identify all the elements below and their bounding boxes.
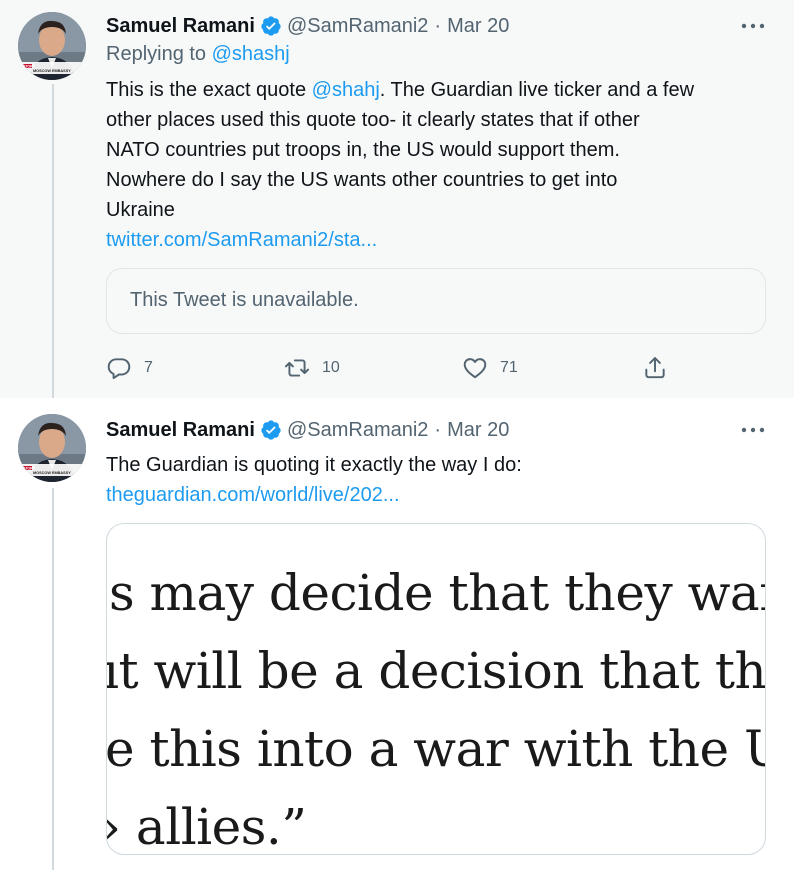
- replying-prefix: Replying to: [106, 43, 212, 65]
- avatar-caption-tag: STORY: [23, 65, 36, 69]
- avatar-caption-ticker: MOSCOW EMBASSY: [33, 69, 71, 73]
- image-text-line: ıt will be a decision that the: [106, 642, 766, 700]
- quoted-tweet-unavailable-text: This Tweet is unavailable.: [130, 289, 359, 311]
- more-options-icon[interactable]: [740, 13, 766, 39]
- thread-line: [52, 84, 54, 398]
- tweet-1[interactable]: STORY MOSCOW EMBASSY Samuel Ramani @SamR…: [0, 0, 794, 398]
- tweet-text-line: Nowhere do I say the US wants other coun…: [106, 169, 618, 191]
- share-button[interactable]: [642, 352, 668, 384]
- tweet-date[interactable]: Mar 20: [447, 15, 509, 38]
- author-name[interactable]: Samuel Ramani: [106, 15, 255, 38]
- like-button[interactable]: 71: [462, 352, 518, 384]
- avatar[interactable]: STORY MOSCOW EMBASSY: [18, 414, 86, 482]
- avatar-caption-ticker: MOSCOW EMBASSY: [33, 471, 71, 475]
- avatar[interactable]: STORY MOSCOW EMBASSY: [18, 12, 86, 80]
- separator-dot: ·: [434, 418, 442, 441]
- tweet-actions: 7 10 71: [106, 352, 766, 384]
- separator-dot: ·: [434, 14, 442, 37]
- reply-count: 7: [144, 359, 153, 376]
- tweet-image[interactable]: s may decide that they wan ıt will be a …: [106, 523, 766, 855]
- tweet-text-line: This is the exact quote @shahj. The Guar…: [106, 79, 695, 101]
- verified-icon: [260, 15, 282, 37]
- mention-link[interactable]: @shahj: [312, 79, 380, 101]
- reply-icon: [106, 355, 132, 381]
- image-text-line: s may decide that they wan: [109, 564, 766, 622]
- tweet-text: This is the exact quote @shahj. The Guar…: [106, 75, 776, 255]
- thread-line: [52, 488, 54, 870]
- tweet-header: Samuel Ramani @SamRamani2 · Mar 20: [106, 13, 509, 39]
- author-handle[interactable]: @SamRamani2: [287, 15, 428, 38]
- author-name[interactable]: Samuel Ramani: [106, 419, 255, 442]
- image-text-line: e this into a war with the Uı: [106, 720, 766, 778]
- verified-icon: [260, 419, 282, 441]
- like-count: 71: [500, 359, 518, 376]
- tweet-link[interactable]: twitter.com/SamRamani2/sta...: [106, 225, 776, 255]
- quoted-tweet-card[interactable]: This Tweet is unavailable.: [106, 268, 766, 334]
- tweet-date[interactable]: Mar 20: [447, 419, 509, 442]
- tweet-header: Samuel Ramani @SamRamani2 · Mar 20: [106, 417, 509, 443]
- tweet-text: The Guardian is quoting it exactly the w…: [106, 450, 776, 510]
- tweet-text-line: NATO countries put troops in, the US wou…: [106, 139, 620, 161]
- more-options-icon[interactable]: [740, 417, 766, 443]
- heart-icon: [462, 355, 488, 381]
- retweet-button[interactable]: 10: [284, 352, 340, 384]
- retweet-count: 10: [322, 359, 340, 376]
- share-icon: [642, 355, 668, 381]
- author-handle[interactable]: @SamRamani2: [287, 419, 428, 442]
- tweet-text-line: The Guardian is quoting it exactly the w…: [106, 454, 522, 476]
- replying-to-mention[interactable]: @shashj: [212, 43, 290, 65]
- retweet-icon: [284, 355, 310, 381]
- tweet-link[interactable]: theguardian.com/world/live/202...: [106, 480, 776, 510]
- tweet-text-line: Ukraine: [106, 199, 175, 221]
- reply-button[interactable]: 7: [106, 352, 153, 384]
- tweet-text-line: other places used this quote too- it cle…: [106, 109, 640, 131]
- replying-to: Replying to @shashj: [106, 43, 290, 66]
- image-text-line: › allies.”: [106, 798, 307, 855]
